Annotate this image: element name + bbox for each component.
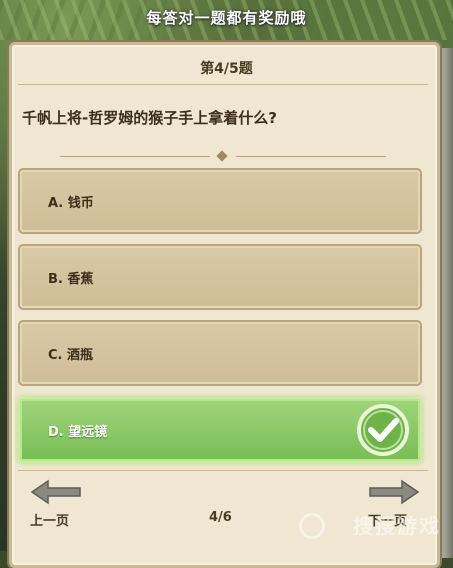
question-text: 千帆上将-哲罗姆的猴子手上拿着什么? xyxy=(22,109,277,127)
watermark-text: 搜搜游戏 xyxy=(353,514,441,538)
arrow-right-icon[interactable] xyxy=(368,478,420,506)
answer-option-c[interactable]: C. 酒瓶 xyxy=(18,320,422,386)
footer-divider xyxy=(18,470,428,471)
reward-banner-title: 每答对一题都有奖励哦 xyxy=(146,9,307,27)
answer-option-a[interactable]: A. 钱币 xyxy=(18,168,422,234)
header-divider xyxy=(18,84,428,85)
arrow-left-icon[interactable] xyxy=(30,478,82,506)
prev-page-button[interactable]: 上一页 xyxy=(30,510,69,529)
diamond-ornament-icon xyxy=(216,150,228,162)
answer-option-label: D. 望远镜 xyxy=(48,425,108,440)
check-mark-icon xyxy=(357,404,409,456)
ornament-divider xyxy=(60,150,390,162)
answer-option-label: A. 钱币 xyxy=(48,196,94,211)
page-indicator: 4/6 xyxy=(209,510,232,525)
panel-side-trim xyxy=(438,48,453,558)
answer-option-label: B. 香蕉 xyxy=(48,272,94,287)
answer-option-label: C. 酒瓶 xyxy=(48,348,94,363)
answer-option-b[interactable]: B. 香蕉 xyxy=(18,244,422,310)
question-progress: 第4/5题 xyxy=(200,61,253,77)
answer-option-d[interactable]: D. 望远镜 xyxy=(18,397,422,463)
